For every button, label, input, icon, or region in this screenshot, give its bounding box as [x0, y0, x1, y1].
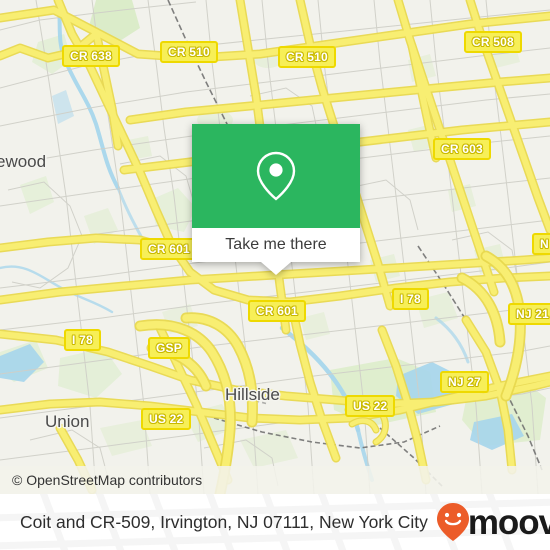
moovit-wordmark: moovit: [467, 502, 550, 542]
location-popup-card[interactable]: Take me there: [192, 124, 360, 275]
road-shield-us-22-west: US 22: [141, 408, 192, 430]
road-shield-gsp: GSP: [148, 337, 190, 359]
road-shield-us-22-east: US 22: [345, 395, 396, 417]
road-shield-nj-27: NJ 27: [440, 371, 490, 393]
popup-header: [192, 124, 360, 228]
popup-footer[interactable]: Take me there: [192, 228, 360, 262]
road-shield-cr-601-west: CR 601: [140, 238, 198, 260]
map-attribution-bar: © OpenStreetMap contributors: [0, 466, 550, 494]
road-shield-cr-510-west: CR 510: [160, 41, 218, 63]
road-shield-i-78-east: I 78: [392, 288, 429, 310]
moovit-smiley-pin-icon: [436, 503, 469, 541]
road-shield-nj-clipped: N: [532, 233, 550, 255]
map-screenshot-root: CR 638 CR 510 CR 510 CR 508 CR 603 CR 601 CR 6…: [0, 0, 550, 550]
road-shield-i-78-west: I 78: [64, 329, 101, 351]
map-canvas[interactable]: CR 638 CR 510 CR 510 CR 508 CR 603 CR 601 CR 6…: [0, 0, 550, 494]
road-shield-nj-21: NJ 21: [508, 303, 550, 325]
place-label-hillside: Hillside: [225, 385, 280, 404]
road-shield-cr-603: CR 603: [433, 138, 491, 160]
road-shield-cr-601-east: CR 601: [248, 300, 306, 322]
popup-pointer-tail: [261, 262, 291, 275]
location-address-text: Coit and CR-509, Irvington, NJ 07111, Ne…: [20, 511, 428, 532]
road-shield-cr-638: CR 638: [62, 45, 120, 67]
place-label-maplewood-clipped: ewood: [0, 152, 47, 171]
address-bar: Coit and CR-509, Irvington, NJ 07111, Ne…: [0, 494, 550, 550]
road-shield-cr-510-east: CR 510: [278, 46, 336, 68]
map-pin-icon: [256, 151, 296, 201]
moovit-logo[interactable]: moovit: [436, 502, 550, 542]
openstreetmap-attribution-text[interactable]: © OpenStreetMap contributors: [12, 472, 202, 488]
take-me-there-label: Take me there: [225, 236, 327, 253]
road-shield-cr-508: CR 508: [464, 31, 522, 53]
place-label-union: Union: [45, 412, 90, 431]
